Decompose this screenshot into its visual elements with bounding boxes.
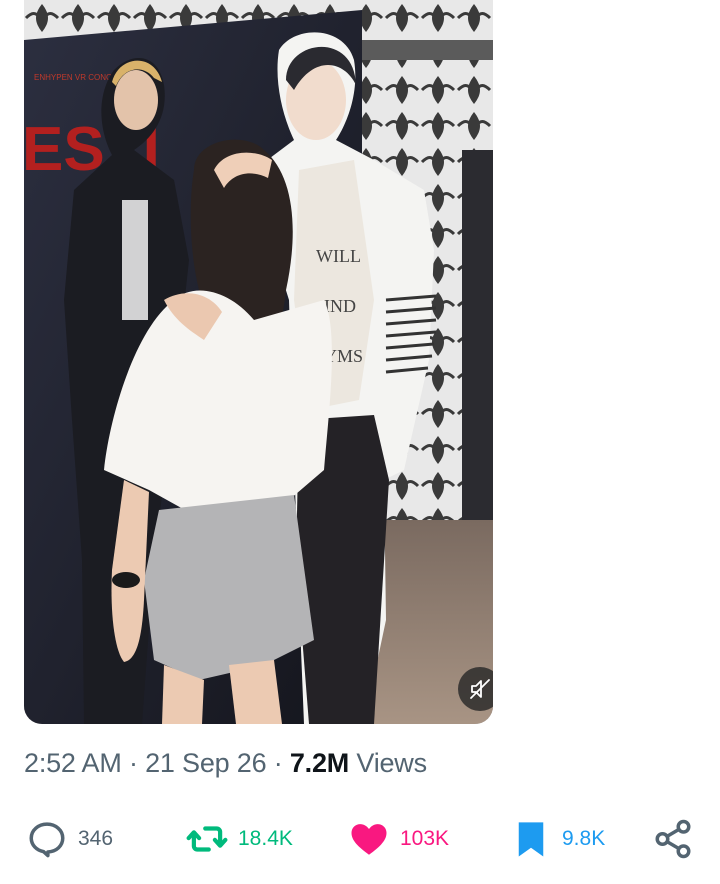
repost-count: 18.4K	[238, 827, 293, 850]
tweet-date[interactable]: 21 Sep 26	[145, 748, 267, 778]
views-label: Views	[356, 748, 427, 778]
like-button[interactable]: 103K	[348, 814, 449, 864]
muted-speaker-icon	[470, 679, 490, 699]
repost-button[interactable]: 18.4K	[186, 814, 293, 864]
meta-separator: ·	[273, 748, 283, 778]
reply-count: 346	[78, 827, 114, 850]
svg-text:IND: IND	[324, 296, 356, 316]
reply-button[interactable]: 346	[26, 814, 113, 864]
video-frame-image: ENHYPEN VR CONCERT ESTI WILL IND YMS	[24, 0, 493, 724]
share-icon	[655, 819, 691, 859]
repost-icon	[186, 826, 228, 852]
bookmark-count: 9.8K	[562, 827, 606, 850]
like-count: 103K	[400, 827, 450, 850]
tweet-time[interactable]: 2:52 AM	[24, 748, 122, 778]
share-button[interactable]	[652, 814, 694, 864]
meta-separator: ·	[128, 748, 138, 778]
svg-text:WILL: WILL	[316, 246, 361, 266]
views-count[interactable]: 7.2M	[290, 748, 349, 778]
tweet-metadata: 2:52 AM · 21 Sep 26 · 7.2M Views	[24, 748, 427, 779]
tweet-action-bar: 346 18.4K 103K 9.8K	[0, 814, 720, 864]
tweet-video[interactable]: ENHYPEN VR CONCERT ESTI WILL IND YMS	[24, 0, 493, 724]
reply-icon	[29, 822, 65, 858]
bookmark-button[interactable]: 9.8K	[510, 814, 605, 864]
bookmark-icon	[518, 822, 544, 857]
heart-icon	[351, 824, 387, 855]
